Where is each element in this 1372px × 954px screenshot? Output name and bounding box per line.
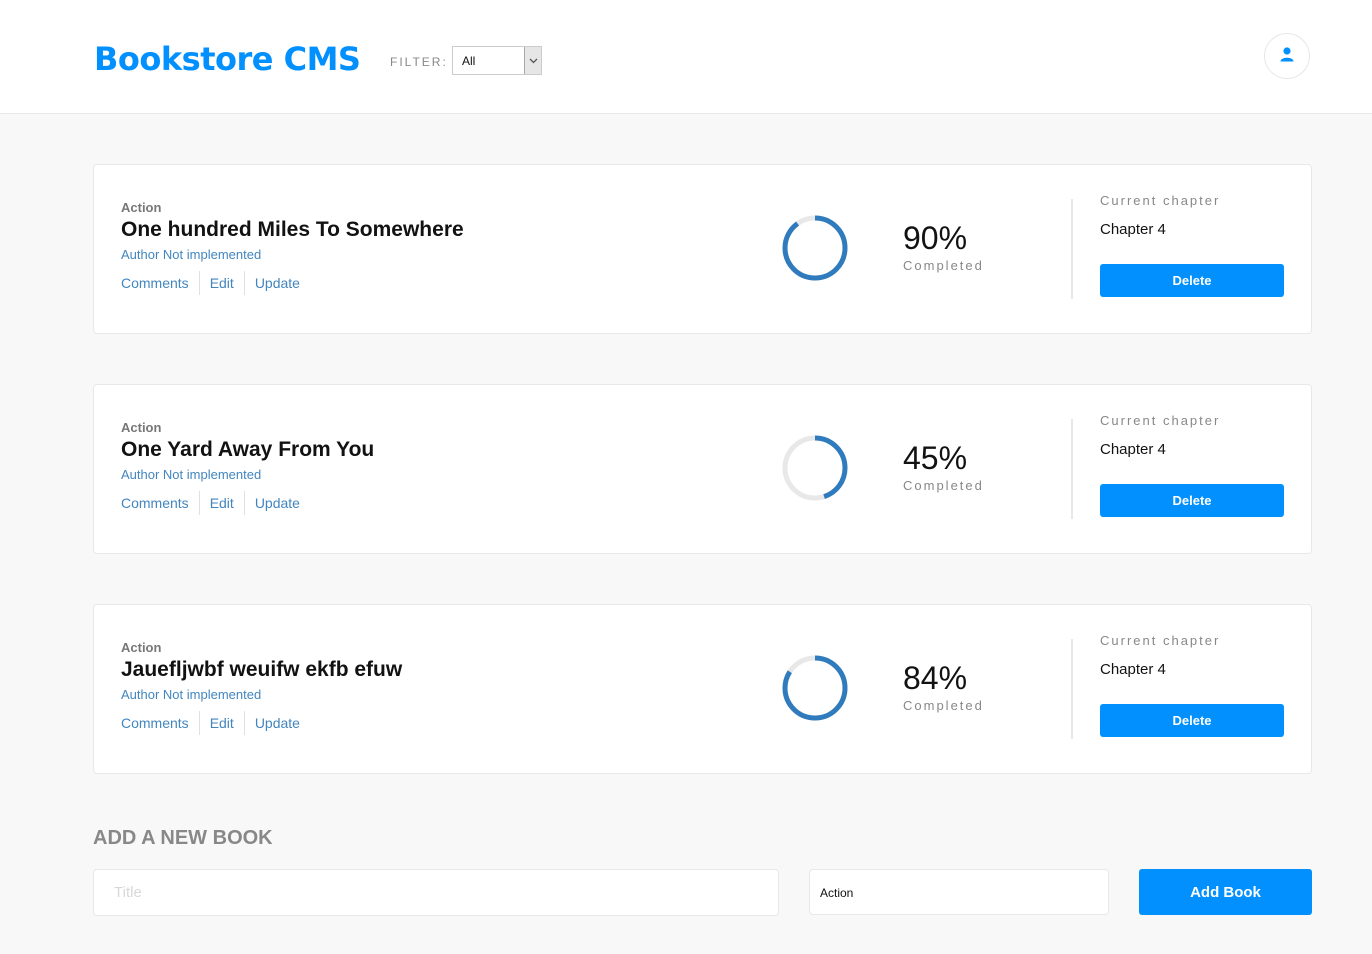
book-author: Author Not implemented <box>121 247 262 262</box>
update-button[interactable]: Update <box>245 711 310 735</box>
completed-label: Completed <box>903 478 984 493</box>
delete-button[interactable]: Delete <box>1100 484 1284 517</box>
delete-button[interactable]: Delete <box>1100 264 1284 297</box>
user-avatar-button[interactable] <box>1264 33 1310 79</box>
book-author: Author Not implemented <box>121 467 262 482</box>
book-title: Jauefljwbf weuifw ekfb efuw <box>121 658 403 681</box>
progress-ring <box>782 215 848 281</box>
current-chapter-label: Current chapter <box>1100 633 1221 648</box>
current-chapter-value: Chapter 4 <box>1100 441 1166 458</box>
book-actions: Comments Edit Update <box>121 491 310 515</box>
book-genre: Action <box>121 420 162 435</box>
category-select-value: Action <box>820 886 854 900</box>
update-button[interactable]: Update <box>245 271 310 295</box>
card-divider <box>1071 639 1073 739</box>
book-actions: Comments Edit Update <box>121 271 310 295</box>
book-card: Action Jauefljwbf weuifw ekfb efuw Author … <box>93 604 1312 774</box>
filter-select[interactable]: All <box>452 46 542 75</box>
book-author: Author Not implemented <box>121 687 262 702</box>
current-chapter-label: Current chapter <box>1100 413 1221 428</box>
chevron-down-icon[interactable] <box>524 47 541 74</box>
app-header: Bookstore CMS FILTER: All <box>0 0 1372 114</box>
comments-button[interactable]: Comments <box>121 711 200 735</box>
book-card: Action One Yard Away From You Author Not i… <box>93 384 1312 554</box>
book-title: One hundred Miles To Somewhere <box>121 218 464 241</box>
edit-button[interactable]: Edit <box>200 271 245 295</box>
filter-label: FILTER: <box>390 55 448 69</box>
book-card: Action One hundred Miles To Somewhere Auth… <box>93 164 1312 334</box>
book-actions: Comments Edit Update <box>121 711 310 735</box>
comments-button[interactable]: Comments <box>121 271 200 295</box>
brand-title[interactable]: Bookstore CMS <box>94 40 361 78</box>
book-genre: Action <box>121 640 162 655</box>
progress-percent: 84% <box>903 660 968 696</box>
progress-ring <box>782 435 848 501</box>
user-icon <box>1279 46 1295 66</box>
add-book-heading: ADD A NEW BOOK <box>93 827 273 849</box>
card-divider <box>1071 199 1073 299</box>
completed-label: Completed <box>903 258 984 273</box>
book-genre: Action <box>121 200 162 215</box>
edit-button[interactable]: Edit <box>200 491 245 515</box>
current-chapter-value: Chapter 4 <box>1100 661 1166 678</box>
title-input[interactable] <box>93 869 779 916</box>
update-button[interactable]: Update <box>245 491 310 515</box>
edit-button[interactable]: Edit <box>200 711 245 735</box>
card-divider <box>1071 419 1073 519</box>
progress-percent: 90% <box>903 220 968 256</box>
progress-ring <box>782 655 848 721</box>
current-chapter-value: Chapter 4 <box>1100 221 1166 238</box>
add-book-button[interactable]: Add Book <box>1139 869 1312 915</box>
current-chapter-label: Current chapter <box>1100 193 1221 208</box>
category-select[interactable]: Action <box>809 869 1109 915</box>
comments-button[interactable]: Comments <box>121 491 200 515</box>
completed-label: Completed <box>903 698 984 713</box>
filter-select-value: All <box>462 54 476 68</box>
progress-percent: 45% <box>903 440 968 476</box>
book-title: One Yard Away From You <box>121 438 375 461</box>
delete-button[interactable]: Delete <box>1100 704 1284 737</box>
